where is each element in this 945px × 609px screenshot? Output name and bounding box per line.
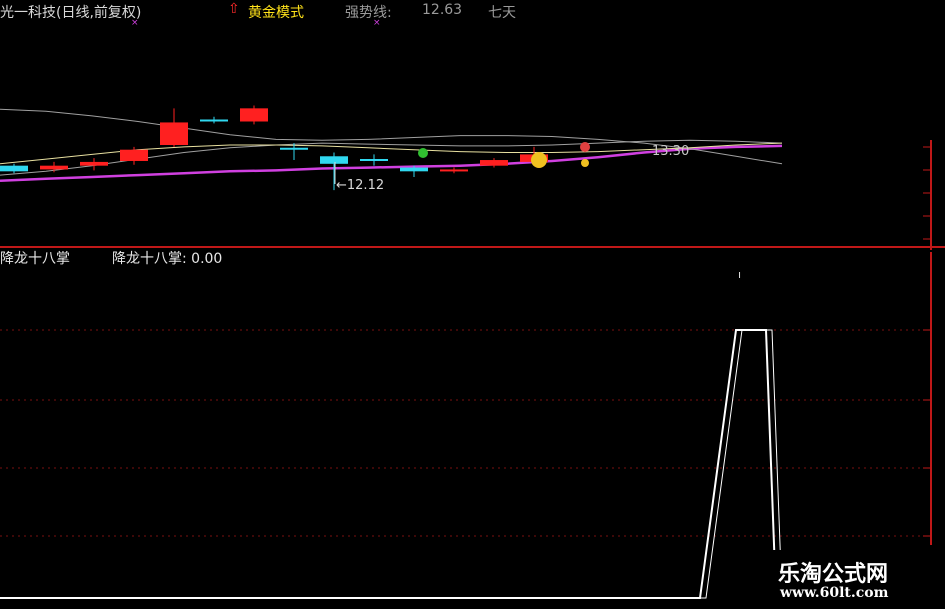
indicator-title: 降龙十八掌 [0,251,70,267]
high-price-annotation: 13.30 [652,144,689,159]
watermark-url: www.60lt.com [780,585,889,601]
candle-body [440,169,468,172]
indicator-axis-ticks [923,329,931,537]
mode-label[interactable]: 黄金模式 [248,2,304,22]
candle-body [240,108,268,122]
candle-body [40,165,68,170]
candle-body [400,167,428,172]
indicator-series-outline [6,329,783,599]
strong-line-value: 12.63 [422,2,463,18]
low-price-annotation: ←12.12 [336,178,384,193]
indicator-value: 降龙十八掌: 0.00 [112,251,223,267]
chart-canvas[interactable]: × × ←12.12 13.30 ı [0,0,945,609]
watermark-name: 乐淘公式网 [778,561,889,587]
candle-body [320,156,348,164]
diamond-signal-icon [580,142,590,152]
candle-body [120,149,148,161]
heart-signal-icon [418,148,428,158]
candle-body [0,165,28,172]
smiley-signal-icon [531,152,547,168]
strong-line-label: 强势线: [345,5,392,21]
chart-window: × × ←12.12 13.30 ı 光一科技(日线,前复权) ⇧ 黄金模式 强… [0,0,945,609]
indicator-series-line [0,329,777,599]
price-axis-ticks [923,146,931,240]
candle-body [480,160,508,166]
candle-body [160,122,188,145]
truncated-indicator-label: 七天 [488,5,516,21]
stock-title: 光一科技(日线,前复权) [0,5,142,21]
peak-marker: ı [738,268,741,281]
indicator-gridlines [0,329,931,537]
up-arrow-icon: ⇧ [228,1,240,17]
candle-body [80,161,108,166]
flag-signal-icon [581,159,589,167]
